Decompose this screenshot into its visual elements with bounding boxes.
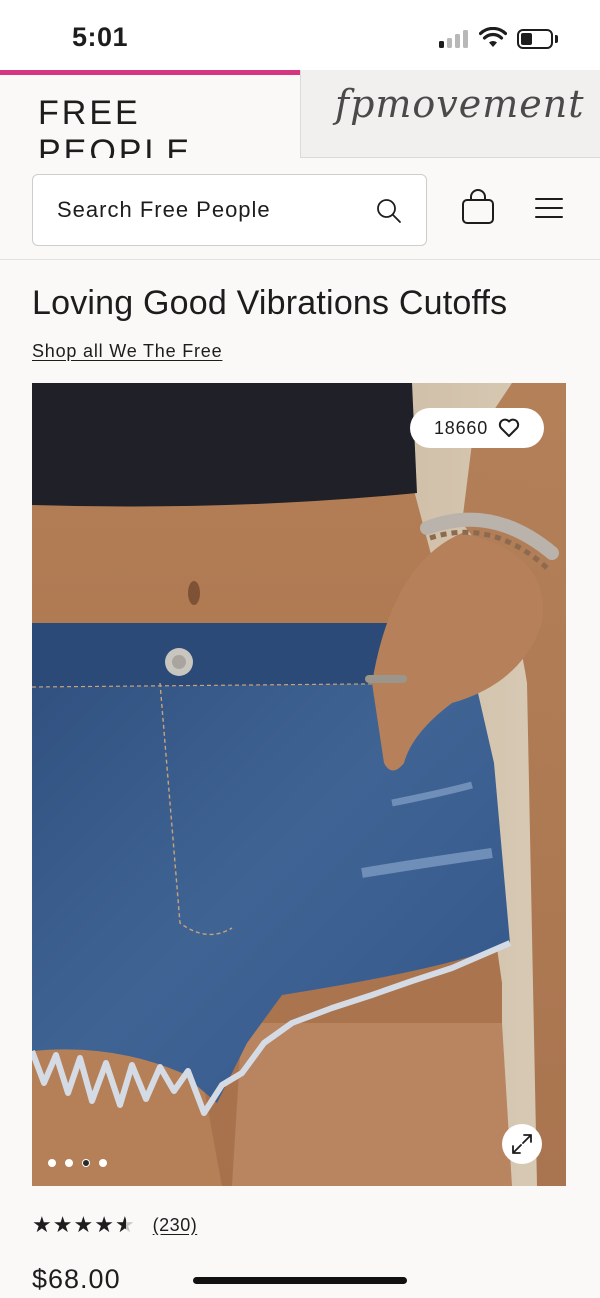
pagination-dot[interactable] [48,1159,56,1167]
shop-all-brand-link[interactable]: Shop all We The Free [32,341,222,362]
search-row [0,158,600,260]
star-half-icon: ★ ★ [114,1212,135,1237]
hamburger-menu-icon[interactable] [535,196,563,220]
status-bar: 5:01 [0,0,600,70]
product-image[interactable]: 18660 [32,383,566,1186]
tab-fp-movement[interactable]: fpmovement [300,70,600,158]
star-icon: ★ [73,1212,94,1237]
star-icon: ★ [32,1212,52,1237]
battery-icon [517,29,553,49]
search-icon[interactable] [375,197,403,225]
star-icon: ★ [94,1212,114,1237]
home-indicator [193,1277,407,1284]
heart-icon [498,418,520,437]
search-box[interactable] [32,174,427,246]
likes-count: 18660 [433,417,489,438]
tab-free-people[interactable]: FREE PEOPLE [0,70,300,171]
status-time: 5:01 [72,22,129,52]
star-rating: ★ ★ ★ ★ ★ ★ [32,1212,135,1238]
pagination-dot[interactable] [65,1159,73,1167]
star-icon: ★ [52,1212,73,1237]
expand-image-button[interactable] [502,1124,542,1164]
rating-row[interactable]: ★ ★ ★ ★ ★ ★ (230) [32,1212,197,1238]
brand-tabs: FREE PEOPLE fpmovement [0,70,600,171]
battery-cap [555,35,558,43]
cellular-signal-icon [439,30,469,48]
wifi-icon [479,27,507,47]
image-pagination [48,1159,107,1167]
product-title: Loving Good Vibrations Cutoffs [32,284,508,322]
pagination-dot[interactable] [99,1159,107,1167]
expand-icon [512,1134,532,1154]
search-input[interactable] [57,175,357,245]
fp-movement-logo: fpmovement [335,82,585,126]
product-price: $68.00 [32,1264,121,1294]
pagination-dot-active[interactable] [82,1159,90,1167]
shopping-bag-icon[interactable] [460,188,496,226]
active-tab-indicator [0,70,300,75]
product-photo [32,383,566,1186]
favorite-button[interactable]: 18660 [410,408,544,448]
review-count-link[interactable]: (230) [153,1215,198,1236]
